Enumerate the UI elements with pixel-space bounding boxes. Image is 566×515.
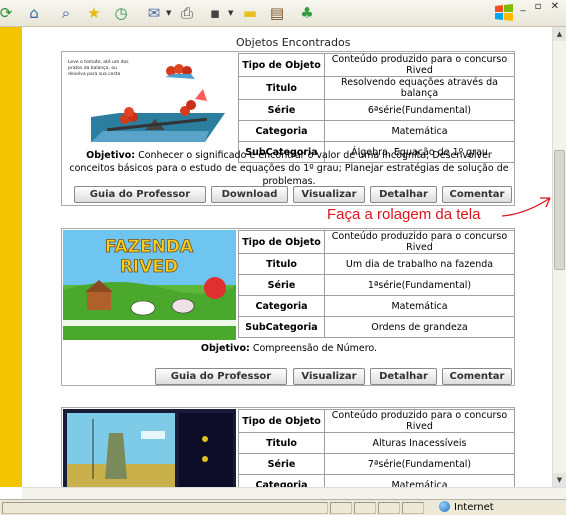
detalhar-button[interactable]: Detalhar: [370, 186, 437, 203]
value-tipo: Conteúdo produzido para o concurso Rived: [324, 230, 515, 254]
zone-label: Internet: [454, 502, 494, 513]
browser-toolbar: ⟳ ⌂ ⌕ ★ ◷ ✉ ▼ ⎙ ▪ ▼ ▬ ▤ ♣ _ ▫ ✕: [0, 0, 566, 27]
label-tipo: Tipo de Objeto: [238, 53, 325, 77]
svg-text:RIVED: RIVED: [120, 257, 178, 277]
objective-value: Conhecer o significado e encontrar o val…: [69, 150, 509, 187]
label-serie: Série: [238, 99, 325, 121]
label-titulo: Titulo: [238, 76, 325, 100]
label-subcategoria: SubCategoria: [238, 316, 325, 338]
window-controls[interactable]: _ ▫ ✕: [520, 1, 562, 12]
mail-icon[interactable]: ✉: [144, 3, 164, 23]
object-info-table: Tipo de Objeto Conteúdo produzido para o …: [238, 409, 515, 496]
status-cell: [402, 502, 424, 514]
visualizar-button[interactable]: Visualizar: [293, 186, 365, 203]
object-card: FAZENDA RIVED Tipo de Objeto Conteúdo pro…: [61, 228, 515, 386]
label-tipo: Tipo de Objeto: [238, 409, 325, 433]
guia-do-professor-button[interactable]: Guia do Professor: [155, 368, 287, 385]
value-serie: 6ªsérie(Fundamental): [324, 99, 515, 121]
print-icon[interactable]: ⎙: [177, 3, 197, 23]
value-categoria: Matemática: [324, 120, 515, 142]
object-info-table: Tipo de Objeto Conteúdo produzido para o …: [238, 230, 515, 338]
horizontal-scrollbar[interactable]: [22, 487, 566, 499]
comentar-button[interactable]: Comentar: [442, 368, 512, 385]
security-zone: Internet: [439, 501, 494, 515]
home-icon[interactable]: ⌂: [24, 3, 44, 23]
status-cell: [330, 502, 352, 514]
objective-label: Objetivo:: [200, 343, 250, 354]
globe-icon: [439, 501, 450, 512]
fazenda-thumbnail[interactable]: FAZENDA RIVED: [63, 230, 236, 340]
vertical-scrollbar[interactable]: ▲ ▼: [552, 27, 566, 487]
label-categoria: Categoria: [238, 295, 325, 317]
edit-icon[interactable]: ▪: [205, 3, 225, 23]
guia-do-professor-button[interactable]: Guia do Professor: [74, 186, 206, 203]
object-info-table: Tipo de Objeto Conteúdo produzido para o …: [238, 53, 515, 163]
object-card: Leve o tomate, até um dos pratos da bala…: [61, 51, 515, 206]
value-tipo: Conteúdo produzido para o concurso Rived: [324, 53, 515, 77]
favorites-icon[interactable]: ★: [84, 3, 104, 23]
scroll-up-icon[interactable]: ▲: [553, 27, 566, 41]
refresh-icon[interactable]: ⟳: [0, 3, 16, 23]
value-titulo: Alturas Inacessíveis: [324, 432, 515, 454]
status-cell: [378, 502, 400, 514]
label-categoria: Categoria: [238, 120, 325, 142]
page-title: Objetos Encontrados: [236, 36, 351, 49]
edit-dropdown-icon[interactable]: ▼: [228, 9, 233, 17]
objective-text: Objetivo: Compreensão de Número.: [65, 342, 513, 355]
fazenda-thumbnail-title: FAZENDA: [105, 237, 194, 257]
alturas-thumbnail[interactable]: [63, 409, 236, 489]
scroll-down-icon[interactable]: ▼: [553, 473, 566, 487]
value-titulo: Um dia de trabalho na fazenda: [324, 253, 515, 275]
objective-label: Objetivo:: [86, 150, 136, 161]
label-titulo: Titulo: [238, 253, 325, 275]
download-button[interactable]: Download: [211, 186, 288, 203]
svg-text:pratos da balança, ou: pratos da balança, ou: [68, 65, 117, 71]
detalhar-button[interactable]: Detalhar: [370, 368, 437, 385]
scroll-instruction: Faça a rolagem da tela: [327, 206, 481, 223]
balance-thumbnail[interactable]: Leve o tomate, até um dos pratos da bala…: [63, 53, 236, 146]
label-tipo: Tipo de Objeto: [238, 230, 325, 254]
action-buttons: Guia do Professor Download Visualizar De…: [62, 186, 516, 203]
label-serie: Série: [238, 274, 325, 296]
balance-thumbnail-caption: Leve o tomate, até um dos: [68, 58, 129, 65]
value-serie: 7ªsérie(Fundamental): [324, 453, 515, 475]
messenger-icon[interactable]: ♣: [297, 3, 317, 23]
windows-logo-icon: [495, 4, 513, 21]
label-serie: Série: [238, 453, 325, 475]
mail-dropdown-icon[interactable]: ▼: [166, 9, 171, 17]
objective-value: Compreensão de Número.: [252, 343, 378, 354]
objective-text: Objetivo: Conhecer o significado e encon…: [65, 149, 513, 188]
scrollbar-thumb[interactable]: [554, 150, 565, 270]
action-buttons: Guia do Professor Visualizar Detalhar Co…: [62, 368, 516, 385]
value-titulo: Resolvendo equações através da balança: [324, 76, 515, 100]
arrow-right-icon: [501, 197, 551, 217]
status-cell: [354, 502, 376, 514]
search-icon[interactable]: ⌕: [56, 3, 76, 23]
value-serie: 1ªsérie(Fundamental): [324, 274, 515, 296]
value-tipo: Conteúdo produzido para o concurso Rived: [324, 409, 515, 433]
research-icon[interactable]: ▤: [267, 3, 287, 23]
status-cell: [2, 502, 328, 514]
left-yellow-strip: [0, 27, 22, 487]
history-icon[interactable]: ◷: [111, 3, 131, 23]
visualizar-button[interactable]: Visualizar: [293, 368, 365, 385]
label-titulo: Titulo: [238, 432, 325, 454]
object-card: Tipo de Objeto Conteúdo produzido para o …: [61, 407, 515, 496]
discuss-icon[interactable]: ▬: [240, 3, 260, 23]
status-bar: Internet: [0, 499, 566, 515]
svg-text:devolva para sua cesta: devolva para sua cesta: [68, 71, 121, 77]
value-categoria: Matemática: [324, 295, 515, 317]
value-subcategoria: Ordens de grandeza: [324, 316, 515, 338]
